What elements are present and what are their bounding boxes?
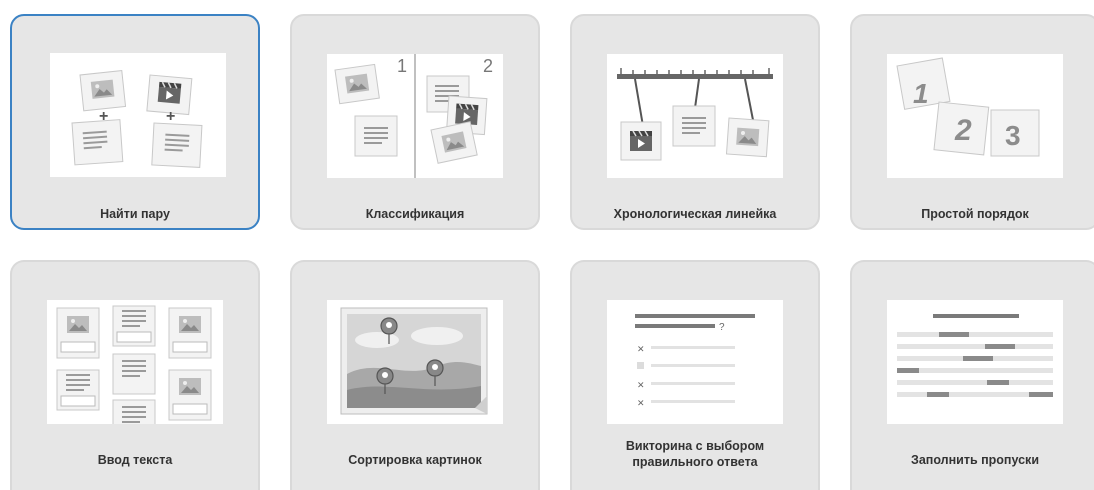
image-sorting-preview: [327, 300, 503, 424]
template-card-classification[interactable]: 1 2 Классификация: [290, 14, 540, 230]
svg-text:+: +: [166, 108, 175, 125]
template-card-image-sorting[interactable]: Сортировка картинок: [290, 260, 540, 490]
quiz-illustration: ? ✕ ✕ ✕: [635, 314, 755, 408]
image-sorting-illustration: [340, 307, 488, 415]
template-label: Классификация: [365, 207, 465, 221]
template-label: Викторина с выбором правильного ответа: [572, 438, 818, 470]
template-card-timeline[interactable]: Хронологическая линейка: [570, 14, 820, 230]
find-pair-illustration: + +: [71, 70, 203, 168]
template-label: Найти пару: [100, 207, 170, 221]
svg-text:?: ?: [719, 322, 725, 333]
template-label: Ввод текста: [97, 453, 173, 467]
quiz-label-line-2: правильного ответа: [632, 455, 758, 469]
template-card-text-input[interactable]: Ввод текста: [10, 260, 260, 490]
template-label: Сортировка картинок: [348, 453, 482, 467]
text-input-preview: [47, 300, 223, 424]
template-label: Хронологическая линейка: [613, 207, 777, 221]
classification-preview: 1 2: [327, 54, 503, 178]
template-label: Простой порядок: [921, 207, 1029, 221]
simple-order-illustration: [896, 57, 1040, 157]
order-number-1: 1: [913, 78, 929, 109]
column-number-1: 1: [397, 56, 408, 76]
timeline-illustration: [617, 68, 773, 161]
fill-blanks-illustration: [897, 314, 1053, 397]
text-input-illustration: [56, 305, 212, 424]
order-number-3: 3: [1005, 120, 1021, 151]
template-card-find-pair[interactable]: + + Найти пару: [10, 14, 260, 230]
simple-order-preview: 1 2 3: [887, 54, 1063, 178]
fill-blanks-preview: [887, 300, 1063, 424]
order-number-2: 2: [955, 114, 972, 147]
timeline-preview: [607, 54, 783, 178]
svg-text:✕: ✕: [637, 398, 645, 408]
quiz-preview: ? ✕ ✕ ✕: [607, 300, 783, 424]
find-pair-preview: + +: [50, 53, 226, 177]
column-number-2: 2: [483, 56, 494, 76]
svg-text:✕: ✕: [637, 380, 645, 390]
template-card-fill-blanks[interactable]: Заполнить пропуски: [850, 260, 1094, 490]
quiz-label-line-1: Викторина с выбором: [625, 439, 765, 453]
template-label: Заполнить пропуски: [910, 453, 1039, 467]
classification-illustration: [334, 54, 488, 178]
svg-text:✕: ✕: [637, 344, 645, 354]
template-card-quiz[interactable]: ? ✕ ✕ ✕ Викторина с выбором правильного …: [570, 260, 820, 490]
template-card-simple-order[interactable]: 1 2 3 Простой порядок: [850, 14, 1094, 230]
